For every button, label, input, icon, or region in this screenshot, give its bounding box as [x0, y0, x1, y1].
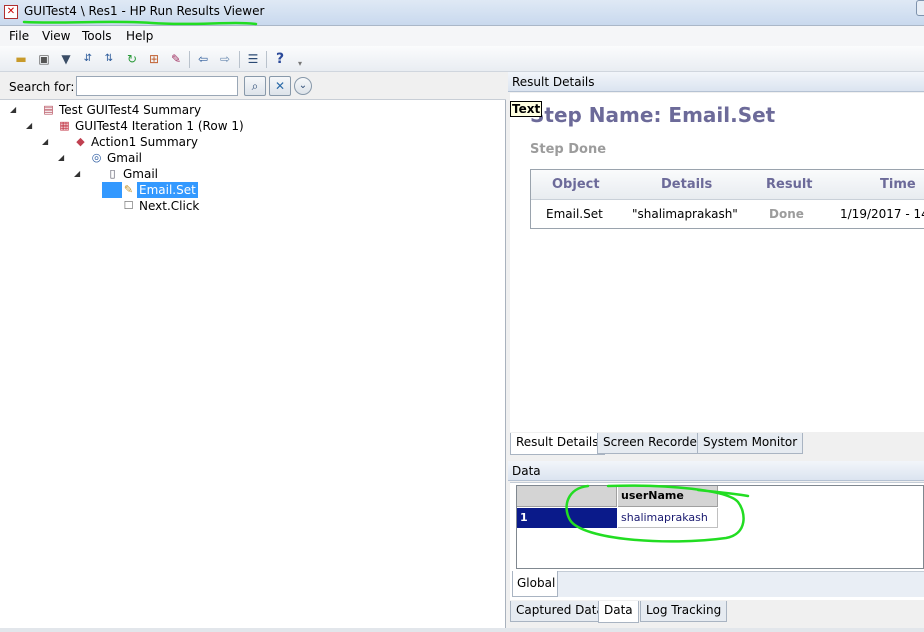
collapse-icon[interactable]: ◢ — [26, 118, 32, 134]
action-icon: ◆ — [76, 135, 85, 148]
menu-file[interactable]: File — [9, 29, 29, 43]
close-icon: ✕ — [274, 79, 286, 93]
table-header: Object Details Result Time — [531, 170, 924, 200]
iteration-icon: ▦ — [59, 119, 70, 132]
window-title: GUITest4 \ Res1 - HP Run Results Viewer — [24, 4, 265, 18]
test-summary-icon: ▤ — [43, 103, 54, 116]
cell-details: "shalimaprakash" — [632, 207, 738, 221]
menu-tools[interactable]: Tools — [82, 29, 112, 43]
tab-log-tracking[interactable]: Log Tracking — [640, 601, 728, 622]
tree-panel: Search for: ⌕ ✕ ⌄ ◢ ▤ Test GUITest4 Summ… — [0, 72, 506, 628]
toolbar: ▬ ▣ ▼ ⇵ ⇅ ↻ ⊞ ✎ ⇦ ⇨ ☰ ? ▾ — [0, 46, 924, 72]
export-icon[interactable]: ⊞ — [146, 51, 162, 67]
annotation-circle — [565, 484, 750, 543]
collapse-icon[interactable]: ◢ — [42, 134, 48, 150]
cell-object: Email.Set — [546, 207, 603, 221]
toolbar-overflow-icon[interactable]: ▾ — [292, 56, 308, 72]
toolbar-separator — [266, 51, 267, 68]
refresh-icon[interactable]: ↻ — [124, 51, 140, 67]
search-input[interactable] — [76, 76, 238, 96]
collapse-icon[interactable]: ◢ — [58, 150, 64, 166]
collapse-all-icon[interactable]: ⇅ — [101, 51, 117, 67]
toolbar-separator — [239, 51, 240, 68]
filter-icon[interactable]: ▼ — [58, 51, 74, 67]
result-details-header: Result Details — [508, 72, 924, 92]
expand-all-icon[interactable]: ⇵ — [80, 51, 96, 67]
help-icon[interactable]: ? — [272, 51, 288, 67]
back-arrow-icon[interactable]: ⇦ — [195, 51, 211, 67]
tab-captured-data[interactable]: Captured Data — [510, 601, 610, 622]
list-icon[interactable]: ☰ — [245, 51, 261, 67]
tab-data[interactable]: Data — [598, 601, 639, 623]
status-bar — [0, 628, 924, 632]
step-status: Step Done — [530, 142, 607, 157]
print-icon[interactable]: ▣ — [36, 51, 52, 67]
column-object: Object — [552, 177, 600, 192]
cell-result: Done — [769, 207, 804, 221]
edit-field-icon: ✎ — [123, 183, 134, 196]
title-bar: ✕ GUITest4 \ Res1 - HP Run Results Viewe… — [0, 0, 924, 26]
collapse-icon[interactable]: ◢ — [74, 166, 80, 182]
sheet-tab-strip — [558, 571, 924, 597]
menu-help[interactable]: Help — [126, 29, 153, 43]
menu-view[interactable]: View — [42, 29, 70, 43]
toolbar-separator — [189, 51, 190, 68]
search-options-button[interactable]: ⌄ — [294, 77, 312, 95]
step-details-table: Object Details Result Time Email.Set "sh… — [530, 169, 924, 229]
selection-highlight — [102, 182, 122, 198]
page-icon: ▯ — [109, 167, 116, 180]
button-icon: ☐ — [123, 199, 134, 212]
tab-system-monitor[interactable]: System Monitor — [697, 433, 804, 454]
search-bar: Search for: ⌕ ✕ ⌄ — [0, 72, 506, 100]
column-result: Result — [766, 177, 813, 192]
search-label: Search for: — [9, 80, 75, 94]
column-time: Time — [880, 177, 916, 192]
browser-icon: ◎ — [91, 151, 102, 164]
tab-screen-recorder[interactable]: Screen Recorder — [597, 433, 708, 454]
menu-bar: File View Tools Help — [0, 26, 924, 46]
cell-time: 1/19/2017 - 14: — [840, 207, 924, 221]
chevron-down-icon: ⌄ — [298, 80, 308, 91]
tooltip: Text — [510, 101, 543, 117]
forward-arrow-icon[interactable]: ⇨ — [217, 51, 233, 67]
window-control-button[interactable] — [916, 0, 924, 16]
result-tabs: Result Details Screen Recorder System Mo… — [510, 433, 924, 455]
edit-icon[interactable]: ✎ — [168, 51, 184, 67]
search-button[interactable]: ⌕ — [244, 76, 266, 96]
open-folder-icon[interactable]: ▬ — [13, 51, 29, 67]
tab-result-details[interactable]: Result Details — [510, 433, 605, 455]
column-details: Details — [661, 177, 713, 192]
data-tabs: Captured Data Data Log Tracking — [510, 601, 924, 623]
collapse-icon[interactable]: ◢ — [10, 102, 16, 118]
step-name-title: Step Name: Email.Set — [530, 103, 776, 127]
close-box-icon: ✕ — [4, 5, 18, 19]
clear-search-button[interactable]: ✕ — [269, 76, 291, 96]
result-details-content: Step Name: Email.Set Step Done Object De… — [510, 93, 924, 432]
magnifier-icon: ⌕ — [251, 79, 259, 93]
sheet-tab-global[interactable]: Global — [512, 571, 558, 597]
